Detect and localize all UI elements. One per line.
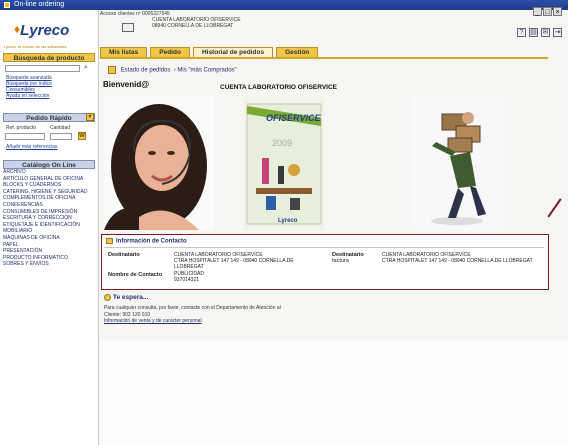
catalog-item[interactable]: ARCHIVO: [3, 169, 95, 176]
mail-icon[interactable]: ✉: [541, 28, 550, 37]
recipient-label: Destinatario: [108, 252, 140, 258]
invoice-address: CTRA HOSPITALET 147 149 - 08940 CORNELLA…: [382, 258, 533, 264]
catalog-item[interactable]: MOBILIARIO: [3, 228, 95, 235]
catalog-item[interactable]: ARTÍCULO GENERAL DE OFICINA: [3, 176, 95, 183]
print-icon[interactable]: ▤: [529, 28, 538, 37]
catalog-item[interactable]: COMPLEMENTOS DE OFICINA: [3, 195, 95, 202]
welcome-heading: Bienvenid@: [103, 80, 150, 89]
help-text: Para cualquier consulta, por favor, cont…: [104, 305, 281, 325]
catalog-year: 2009: [272, 138, 292, 148]
contact-name-label: Nombre de Contacto: [108, 272, 163, 278]
catalog-item[interactable]: CONFERENCIAS: [3, 202, 95, 209]
tab-historial[interactable]: Historial de pedidos: [192, 47, 274, 57]
search-icon[interactable]: ⌕: [84, 64, 88, 72]
delivery-image: [412, 96, 502, 230]
quick-add-more-link[interactable]: Añadir más referencias: [6, 144, 57, 150]
quick-add-button[interactable]: W: [78, 132, 86, 140]
search-input[interactable]: [5, 65, 80, 72]
contact-info-panel: Información de Contacto Destinatario CUE…: [101, 234, 549, 290]
account-title: CUENTA LABORATORIO OFISERVICE: [220, 84, 338, 91]
sidebar: ♦Lyreco Lyreco, el mundo de las solucion…: [0, 10, 99, 445]
catalog-item[interactable]: SOBRES Y ENVÍOS: [3, 261, 95, 268]
catalog-list: ARCHIVO ARTÍCULO GENERAL DE OFICINA BLOC…: [3, 169, 95, 268]
invoice-label-sub: factura: [332, 258, 349, 264]
catalog-item[interactable]: MÁQUINAS DE OFICINA: [3, 235, 95, 242]
contact-phone: 937014321: [174, 277, 200, 283]
nav-order-status[interactable]: Estado de pedidos: [121, 68, 171, 74]
customer-service-image: [104, 96, 214, 230]
quick-ref-label: Ref. producto: [6, 125, 37, 131]
tab-underline: [100, 57, 548, 59]
catalog-footer: Lyreco: [278, 218, 298, 224]
toolbar-icons: ? ▤ ✉ ⇥: [517, 28, 562, 37]
exit-icon[interactable]: ⇥: [553, 28, 562, 37]
lyreco-logo[interactable]: ♦Lyreco: [14, 22, 69, 39]
search-header: Búsqueda de producto: [3, 53, 95, 62]
help-icon[interactable]: ?: [517, 28, 526, 37]
catalog-item[interactable]: CATERING, HIGIENE Y SEGURIDAD: [3, 189, 95, 196]
catalog-item[interactable]: PRESENTACIÓN: [3, 248, 95, 255]
main-tabs: Mis listas Pedido Historial de pedidos G…: [100, 47, 319, 57]
search-link-help[interactable]: Ayuda en selección: [6, 93, 49, 99]
catalog-item[interactable]: ETIQUETAJE E IDENTIFICACIÓN: [3, 222, 95, 229]
logo-subtitle: Lyreco, el mundo de las soluciones: [4, 44, 67, 49]
close-icon[interactable]: ×: [553, 7, 562, 16]
catalog-item[interactable]: BLOCKS Y CUADERNOS: [3, 182, 95, 189]
app-icon: [4, 2, 10, 8]
quick-qty-input[interactable]: [50, 133, 72, 140]
quick-order-toggle[interactable]: ▾: [86, 113, 94, 121]
arrow-icon: [108, 66, 116, 74]
window-titlebar: On-line ordering: [0, 0, 568, 10]
quick-ref-input[interactable]: [5, 133, 45, 140]
recipient-address-city: LLOBREGAT: [174, 264, 204, 270]
espera-heading: Te espera...: [104, 294, 148, 301]
catalog-brand: OFISERVICE: [266, 113, 322, 123]
minimize-icon[interactable]: _: [533, 7, 542, 16]
empty-content-area: [100, 340, 568, 445]
tab-mis-listas[interactable]: Mis listas: [100, 47, 148, 57]
tab-pedido[interactable]: Pedido: [150, 47, 190, 57]
divider: [104, 247, 544, 248]
callout-line: [547, 198, 562, 218]
catalog-item[interactable]: ESCRITURA Y CORRECCIÓN: [3, 215, 95, 222]
quick-qty-label: Cantidad: [50, 125, 71, 131]
package-icon: [122, 23, 134, 32]
window-title: On-line ordering: [14, 1, 65, 8]
quick-order-header: Pedido Rápido: [3, 113, 95, 122]
tab-gestion[interactable]: Gestión: [276, 47, 319, 57]
privacy-link[interactable]: Información de venta y de carácter perso…: [104, 318, 281, 325]
sub-navigation: Estado de pedidos › Mis "más Comprados": [108, 66, 237, 74]
window-controls: _ □ ×: [533, 7, 562, 16]
catalog-cover-image[interactable]: OFISERVICE 2009 Lyreco: [244, 96, 324, 230]
contact-info-title: Información de Contacto: [106, 238, 187, 245]
catalog-header: Catálogo On Line: [3, 160, 95, 169]
info-icon: [104, 294, 111, 301]
maximize-icon[interactable]: □: [543, 7, 552, 16]
help-line-1: Para cualquier consulta, por favor, cont…: [104, 305, 281, 311]
nav-most-bought[interactable]: Mis "más Comprados": [177, 68, 236, 74]
